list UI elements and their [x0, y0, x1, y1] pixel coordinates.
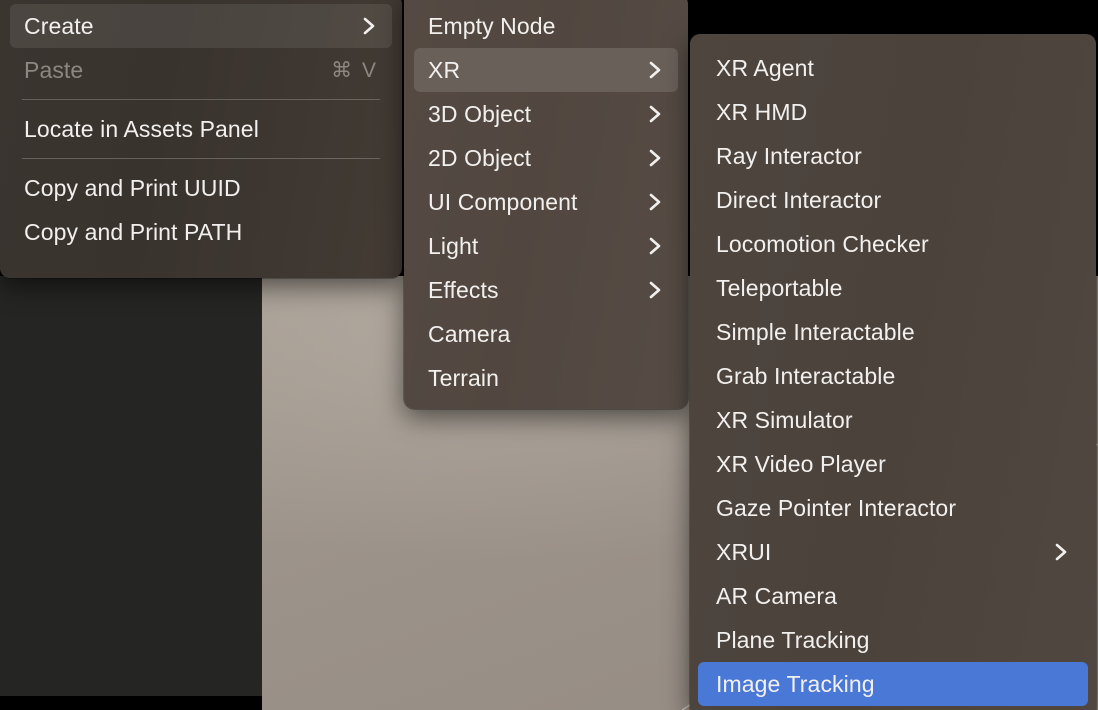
menu-item-label: Locomotion Checker: [716, 230, 929, 257]
menu-item-xr[interactable]: XR: [414, 48, 678, 92]
menu-item-label: Plane Tracking: [716, 626, 870, 653]
menu-item-label: Effects: [428, 276, 499, 303]
menu-item-3d-object[interactable]: 3D Object: [414, 92, 678, 136]
menu-item-label: Teleportable: [716, 274, 843, 301]
menu-item-ar-camera[interactable]: AR Camera: [698, 574, 1088, 618]
xr-submenu[interactable]: XR Agent XR HMD Ray Interactor Direct In…: [690, 34, 1096, 710]
menu-item-copy-and-print-path[interactable]: Copy and Print PATH: [10, 210, 392, 254]
menu-item-image-tracking[interactable]: Image Tracking: [698, 662, 1088, 706]
menu-item-label: XR Agent: [716, 54, 814, 81]
menu-item-terrain[interactable]: Terrain: [414, 356, 678, 400]
chevron-right-icon: [646, 191, 664, 213]
menu-item-simple-interactable[interactable]: Simple Interactable: [698, 310, 1088, 354]
menu-item-direct-interactor[interactable]: Direct Interactor: [698, 178, 1088, 222]
menu-item-2d-object[interactable]: 2D Object: [414, 136, 678, 180]
chevron-right-icon: [646, 103, 664, 125]
menu-item-paste: Paste ⌘ V: [10, 48, 392, 92]
menu-item-xr-video-player[interactable]: XR Video Player: [698, 442, 1088, 486]
menu-item-xr-agent[interactable]: XR Agent: [698, 46, 1088, 90]
menu-item-plane-tracking[interactable]: Plane Tracking: [698, 618, 1088, 662]
menu-item-label: Grab Interactable: [716, 362, 896, 389]
menu-separator: [22, 158, 380, 159]
menu-item-label: Empty Node: [428, 12, 556, 39]
screen: Create Paste ⌘ V Locate in Assets Panel …: [0, 0, 1098, 710]
menu-item-label: UI Component: [428, 188, 578, 215]
menu-item-locate-in-assets-panel[interactable]: Locate in Assets Panel: [10, 107, 392, 151]
sidebar-footer-bar: [0, 696, 262, 710]
menu-item-teleportable[interactable]: Teleportable: [698, 266, 1088, 310]
menu-separator: [22, 99, 380, 100]
menu-item-label: Light: [428, 232, 479, 259]
create-submenu[interactable]: Empty Node XR 3D Object 2D Object UI Com…: [404, 0, 688, 409]
menu-item-camera[interactable]: Camera: [414, 312, 678, 356]
menu-item-label: Terrain: [428, 364, 500, 391]
menu-item-xr-hmd[interactable]: XR HMD: [698, 90, 1088, 134]
menu-item-ui-component[interactable]: UI Component: [414, 180, 678, 224]
menu-item-label: 3D Object: [428, 100, 532, 127]
menu-item-shortcut: ⌘ V: [331, 58, 378, 82]
chevron-right-icon: [646, 59, 664, 81]
menu-item-label: XR Video Player: [716, 450, 886, 477]
menu-item-label: Create: [24, 12, 94, 39]
menu-item-grab-interactable[interactable]: Grab Interactable: [698, 354, 1088, 398]
assets-sidebar[interactable]: [0, 276, 262, 696]
menu-item-label: AR Camera: [716, 582, 838, 609]
chevron-right-icon: [646, 147, 664, 169]
chevron-right-icon: [646, 279, 664, 301]
menu-item-label: Copy and Print UUID: [24, 174, 241, 201]
menu-item-ray-interactor[interactable]: Ray Interactor: [698, 134, 1088, 178]
menu-item-label: Simple Interactable: [716, 318, 915, 345]
menu-item-create[interactable]: Create: [10, 4, 392, 48]
menu-item-label: XR Simulator: [716, 406, 853, 433]
chevron-right-icon: [646, 235, 664, 257]
menu-item-effects[interactable]: Effects: [414, 268, 678, 312]
menu-item-copy-and-print-uuid[interactable]: Copy and Print UUID: [10, 166, 392, 210]
menu-item-light[interactable]: Light: [414, 224, 678, 268]
menu-item-label: Image Tracking: [716, 670, 875, 697]
chevron-right-icon: [360, 15, 378, 37]
menu-item-xrui[interactable]: XRUI: [698, 530, 1088, 574]
menu-item-label: Locate in Assets Panel: [24, 115, 259, 142]
context-menu[interactable]: Create Paste ⌘ V Locate in Assets Panel …: [0, 0, 402, 278]
menu-item-label: Ray Interactor: [716, 142, 862, 169]
menu-item-label: XR HMD: [716, 98, 808, 125]
menu-item-label: Camera: [428, 320, 511, 347]
menu-item-label: XRUI: [716, 538, 772, 565]
menu-item-locomotion-checker[interactable]: Locomotion Checker: [698, 222, 1088, 266]
menu-item-xr-simulator[interactable]: XR Simulator: [698, 398, 1088, 442]
menu-item-gaze-pointer-interactor[interactable]: Gaze Pointer Interactor: [698, 486, 1088, 530]
menu-item-label: XR: [428, 56, 461, 83]
chevron-right-icon: [1052, 541, 1070, 563]
menu-item-label: Gaze Pointer Interactor: [716, 494, 957, 521]
menu-item-label: Copy and Print PATH: [24, 218, 243, 245]
menu-item-label: Paste: [24, 56, 84, 83]
menu-item-label: 2D Object: [428, 144, 532, 171]
menu-item-empty-node[interactable]: Empty Node: [414, 4, 678, 48]
menu-item-label: Direct Interactor: [716, 186, 882, 213]
